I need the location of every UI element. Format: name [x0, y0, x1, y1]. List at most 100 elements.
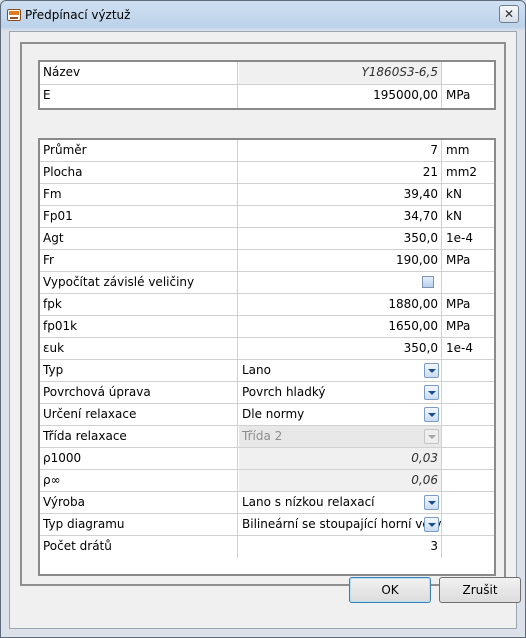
label-rho-infinity: ρ∞	[40, 470, 238, 491]
label-nazev: Název	[40, 62, 238, 84]
label-typ-diagramu: Typ diagramu	[40, 514, 238, 535]
value-euk-input[interactable]: 350,0	[239, 338, 442, 359]
value-plocha-input[interactable]: 21	[239, 162, 442, 183]
unit-vyroba	[443, 492, 494, 513]
povrchova-uprava-selected-value: Povrch hladký	[242, 385, 326, 399]
row-typ-diagramu: Typ diagramu Bilineární se stoupající ho…	[40, 514, 494, 536]
value-e-input[interactable]: 195000,00	[239, 85, 442, 108]
label-vypocitat: Vypočítat závislé veličiny	[40, 272, 238, 293]
unit-plocha: mm2	[446, 165, 478, 179]
label-e: E	[40, 85, 238, 108]
unit-fpk: MPa	[446, 297, 471, 311]
unit-fm: kN	[446, 187, 462, 201]
ok-button[interactable]: OK	[349, 577, 431, 603]
value-agt-input[interactable]: 350,0	[239, 228, 442, 249]
label-fpk: fpk	[40, 294, 238, 315]
trida-relaxace-selected-value: Třída 2	[242, 429, 283, 443]
row-povrchova-uprava: Povrchová úprava Povrch hladký	[40, 382, 494, 404]
row-fpk: fpk 1880,00 MPa	[40, 294, 494, 316]
value-fm-input[interactable]: 39,40	[239, 184, 442, 205]
label-fm: Fm	[40, 184, 238, 205]
title-bar[interactable]: Předpínací výztuž ✕	[1, 1, 525, 31]
label-rho1000: ρ1000	[40, 448, 238, 469]
vyroba-selected-value: Lano s nízkou relaxací	[242, 495, 375, 509]
row-urceni-relaxace: Určení relaxace Dle normy	[40, 404, 494, 426]
value-fr-input[interactable]: 190,00	[239, 250, 442, 271]
label-vyroba: Výroba	[40, 492, 238, 513]
detail-properties-grid: Průměr 7 mm Plocha 21 mm2 Fm 39,40 kN Fp…	[38, 138, 496, 576]
typ-diagramu-dropdown[interactable]: Bilineární se stoupající horní větví	[239, 514, 442, 535]
urceni-relaxace-dropdown[interactable]: Dle normy	[239, 404, 442, 425]
unit-pocet-dratu	[443, 536, 494, 558]
unit-agt: 1e-4	[446, 231, 473, 245]
row-e: E 195000,00 MPa	[40, 85, 494, 108]
value-fp01-input[interactable]: 34,70	[239, 206, 442, 227]
row-fm: Fm 39,40 kN	[40, 184, 494, 206]
value-fpk-input[interactable]: 1880,00	[239, 294, 442, 315]
calculate-dependent-checkbox[interactable]	[422, 276, 434, 288]
row-fp01k: fp01k 1650,00 MPa	[40, 316, 494, 338]
basic-properties-grid: Název Y1860S3-6,5 E 195000,00 MPa	[38, 60, 496, 110]
row-prumer: Průměr 7 mm	[40, 140, 494, 162]
unit-e: MPa	[446, 88, 471, 102]
label-pocet-dratu: Počet drátů	[40, 536, 238, 558]
unit-trida-relaxace	[443, 426, 494, 447]
row-nazev: Název Y1860S3-6,5	[40, 62, 494, 85]
trida-relaxace-dropdown: Třída 2	[239, 426, 442, 447]
row-euk: εuk 350,0 1e-4	[40, 338, 494, 360]
label-trida-relaxace: Třída relaxace	[40, 426, 238, 447]
row-fr: Fr 190,00 MPa	[40, 250, 494, 272]
chevron-down-icon[interactable]	[424, 495, 439, 510]
row-rho1000: ρ1000 0,03	[40, 448, 494, 470]
typ-dropdown[interactable]: Lano	[239, 360, 442, 381]
unit-prumer: mm	[446, 143, 470, 157]
label-plocha: Plocha	[40, 162, 238, 183]
cancel-button[interactable]: Zrušit	[439, 577, 521, 603]
label-urceni-relaxace: Určení relaxace	[40, 404, 238, 425]
typ-diagramu-selected-value: Bilineární se stoupající horní větví	[242, 517, 442, 531]
window-title: Předpínací výztuž	[25, 8, 131, 22]
row-plocha: Plocha 21 mm2	[40, 162, 494, 184]
row-typ: Typ Lano	[40, 360, 494, 382]
label-fp01: Fp01	[40, 206, 238, 227]
value-rho-infinity: 0,06	[239, 470, 442, 491]
label-fr: Fr	[40, 250, 238, 271]
row-trida-relaxace: Třída relaxace Třída 2	[40, 426, 494, 448]
unit-nazev	[443, 62, 494, 84]
dialog-client-area: Název Y1860S3-6,5 E 195000,00 MPa Průměr…	[9, 31, 517, 629]
row-vypocitat: Vypočítat závislé veličiny	[40, 272, 494, 294]
unit-vypocitat	[443, 272, 494, 293]
value-vypocitat-cell	[239, 272, 442, 293]
close-button[interactable]: ✕	[499, 5, 519, 23]
value-prumer-input[interactable]: 7	[239, 140, 442, 161]
app-icon	[7, 9, 21, 21]
row-pocet-dratu: Počet drátů 3	[40, 536, 494, 558]
unit-euk: 1e-4	[446, 341, 473, 355]
unit-fp01k: MPa	[446, 319, 471, 333]
label-fp01k: fp01k	[40, 316, 238, 337]
dialog-window: Předpínací výztuž ✕ Název Y1860S3-6,5 E …	[0, 0, 526, 638]
label-prumer: Průměr	[40, 140, 238, 161]
povrchova-uprava-dropdown[interactable]: Povrch hladký	[239, 382, 442, 403]
value-fp01k-input[interactable]: 1650,00	[239, 316, 442, 337]
label-agt: Agt	[40, 228, 238, 249]
value-nazev: Y1860S3-6,5	[239, 62, 442, 84]
unit-fr: MPa	[446, 253, 471, 267]
properties-group: Název Y1860S3-6,5 E 195000,00 MPa Průměr…	[20, 42, 506, 586]
unit-povrchova-uprava	[443, 382, 494, 403]
unit-typ	[443, 360, 494, 381]
chevron-down-icon[interactable]	[424, 517, 439, 532]
label-povrchova-uprava: Povrchová úprava	[40, 382, 238, 403]
urceni-relaxace-selected-value: Dle normy	[242, 407, 305, 421]
unit-rho1000	[443, 448, 494, 469]
value-rho1000: 0,03	[239, 448, 442, 469]
row-vyroba: Výroba Lano s nízkou relaxací	[40, 492, 494, 514]
chevron-down-icon[interactable]	[424, 407, 439, 422]
vyroba-dropdown[interactable]: Lano s nízkou relaxací	[239, 492, 442, 513]
label-typ: Typ	[40, 360, 238, 381]
chevron-down-icon[interactable]	[424, 363, 439, 378]
row-fp01: Fp01 34,70 kN	[40, 206, 494, 228]
unit-urceni-relaxace	[443, 404, 494, 425]
value-pocet-dratu-input[interactable]: 3	[239, 536, 442, 558]
chevron-down-icon[interactable]	[424, 385, 439, 400]
